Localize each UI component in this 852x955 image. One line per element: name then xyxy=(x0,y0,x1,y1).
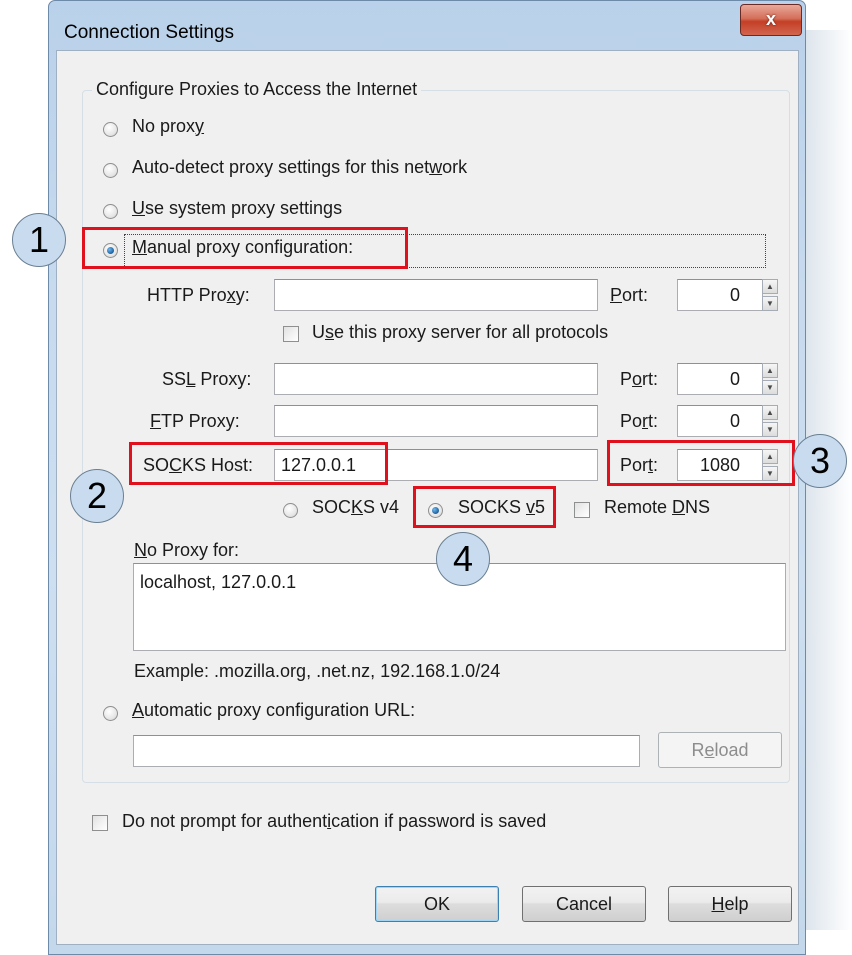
remote-dns-label[interactable]: Remote DNS xyxy=(604,497,710,518)
no-proxy-example-text: Example: .mozilla.org, .net.nz, 192.168.… xyxy=(134,661,501,681)
highlight-socks-port xyxy=(607,440,795,486)
spin-up-icon[interactable]: ▲ xyxy=(762,279,778,294)
callout-3: 3 xyxy=(793,434,847,488)
ftp-port-spinner[interactable]: ▲ ▼ xyxy=(762,405,778,437)
callout-1: 1 xyxy=(12,213,66,267)
spin-down-icon[interactable]: ▼ xyxy=(762,380,778,395)
callout-2: 2 xyxy=(70,469,124,523)
no-proxy-label[interactable]: No proxy xyxy=(132,116,204,137)
highlight-manual-proxy xyxy=(82,227,408,269)
highlight-socks-v5 xyxy=(413,486,556,528)
system-proxy-radio[interactable] xyxy=(103,204,118,219)
dialog-title: Connection Settings xyxy=(64,22,235,43)
ssl-port-spinner[interactable]: ▲ ▼ xyxy=(762,363,778,395)
ftp-port-label: Port: xyxy=(620,411,659,431)
no-proxy-for-label: No Proxy for: xyxy=(134,540,240,560)
http-port-spinner[interactable]: ▲ ▼ xyxy=(762,279,778,311)
spin-down-icon[interactable]: ▼ xyxy=(762,296,778,311)
spin-down-icon[interactable]: ▼ xyxy=(762,422,778,437)
http-proxy-label: HTTP Proxy: xyxy=(147,285,250,305)
ssl-port-input[interactable]: 0 xyxy=(677,363,763,395)
background xyxy=(0,0,48,955)
ssl-proxy-label: SSL Proxy: xyxy=(162,369,252,389)
reload-button[interactable]: Reload xyxy=(658,732,782,768)
ssl-port-label: Port: xyxy=(620,369,659,389)
http-port-label: Port: xyxy=(610,285,649,305)
groupbox-legend: Configure Proxies to Access the Internet xyxy=(92,79,422,100)
no-proxy-radio[interactable] xyxy=(103,122,118,137)
ok-button[interactable]: OK xyxy=(375,886,499,922)
socks-v4-radio[interactable] xyxy=(283,503,298,518)
ftp-proxy-label: FTP Proxy: xyxy=(150,411,240,431)
ssl-proxy-input[interactable] xyxy=(274,363,598,395)
cancel-button[interactable]: Cancel xyxy=(522,886,646,922)
auto-detect-radio[interactable] xyxy=(103,163,118,178)
ftp-port-input[interactable]: 0 xyxy=(677,405,763,437)
ftp-proxy-input[interactable] xyxy=(274,405,598,437)
auto-url-input[interactable] xyxy=(133,735,640,767)
highlight-socks-host xyxy=(129,442,388,485)
system-proxy-label[interactable]: Use system proxy settings xyxy=(132,198,342,219)
no-auth-prompt-checkbox[interactable] xyxy=(92,815,108,831)
help-button[interactable]: Help xyxy=(668,886,792,922)
close-button[interactable]: x xyxy=(740,4,802,36)
http-port-input[interactable]: 0 xyxy=(677,279,763,311)
no-auth-prompt-label[interactable]: Do not prompt for authentication if pass… xyxy=(122,811,546,832)
use-for-all-label[interactable]: Use this proxy server for all protocols xyxy=(312,322,608,343)
auto-url-label[interactable]: Automatic proxy configuration URL: xyxy=(132,700,415,721)
socks-v4-label[interactable]: SOCKS v4 xyxy=(312,497,399,518)
auto-url-radio[interactable] xyxy=(103,706,118,721)
callout-4: 4 xyxy=(436,532,490,586)
http-proxy-input[interactable] xyxy=(274,279,598,311)
spin-up-icon[interactable]: ▲ xyxy=(762,405,778,420)
remote-dns-checkbox[interactable] xyxy=(574,502,590,518)
spin-up-icon[interactable]: ▲ xyxy=(762,363,778,378)
use-for-all-checkbox[interactable] xyxy=(283,326,299,342)
auto-detect-label[interactable]: Auto-detect proxy settings for this netw… xyxy=(132,157,467,178)
